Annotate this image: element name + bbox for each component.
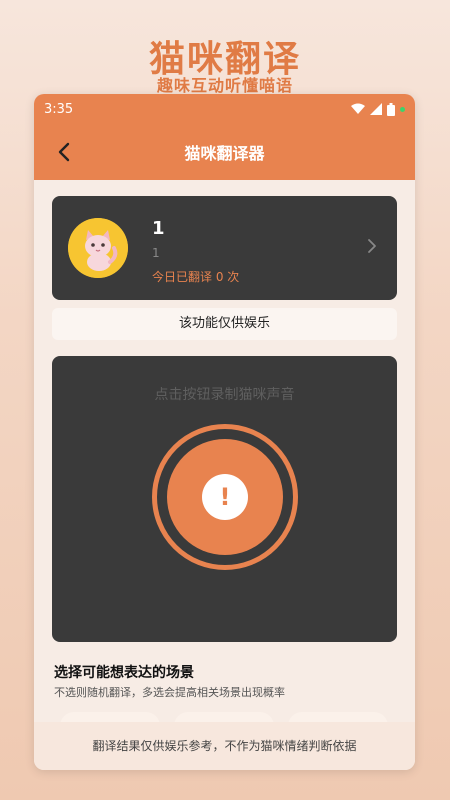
status-bar: 3:35 [34, 94, 415, 124]
app-title: 猫咪翻译器 [184, 144, 265, 163]
phone-screen: 3:35 猫咪翻译器 1 1 今日已翻译 0 次 该功能仅供娱乐 点击按钮录制猫… [34, 94, 415, 770]
record-button[interactable]: ! [152, 424, 298, 570]
cat-avatar-icon [68, 218, 128, 278]
scene-section-subtitle: 不选则随机翻译，多选会提高相关场景出现概率 [54, 686, 285, 699]
profile-subtitle: 1 [152, 246, 160, 260]
chevron-right-icon [367, 238, 377, 258]
record-hint: 点击按钮录制猫咪声音 [154, 387, 295, 403]
notification-dot [400, 106, 405, 112]
exclamation-icon: ! [202, 474, 248, 520]
app-bar: 猫咪翻译器 [34, 124, 415, 180]
disclaimer-footer: 翻译结果仅供娱乐参考，不作为猫咪情绪判断依据 [34, 722, 415, 770]
scene-section-title: 选择可能想表达的场景 [54, 665, 194, 681]
record-button-inner: ! [167, 439, 283, 555]
back-button[interactable] [52, 140, 76, 164]
wifi-icon [351, 103, 365, 114]
entertainment-notice: 该功能仅供娱乐 [52, 308, 397, 340]
promo-subtitle: 趣味互动听懂喵语 [156, 76, 293, 95]
battery-icon [387, 102, 395, 116]
status-icons [351, 102, 405, 116]
chevron-left-icon [58, 142, 70, 162]
profile-name: 1 [152, 218, 165, 239]
status-time: 3:35 [44, 101, 74, 117]
profile-card[interactable]: 1 1 今日已翻译 0 次 [52, 196, 397, 300]
signal-icon [370, 103, 382, 115]
translation-count: 今日已翻译 0 次 [152, 270, 240, 284]
record-card: 点击按钮录制猫咪声音 ! [52, 356, 397, 642]
